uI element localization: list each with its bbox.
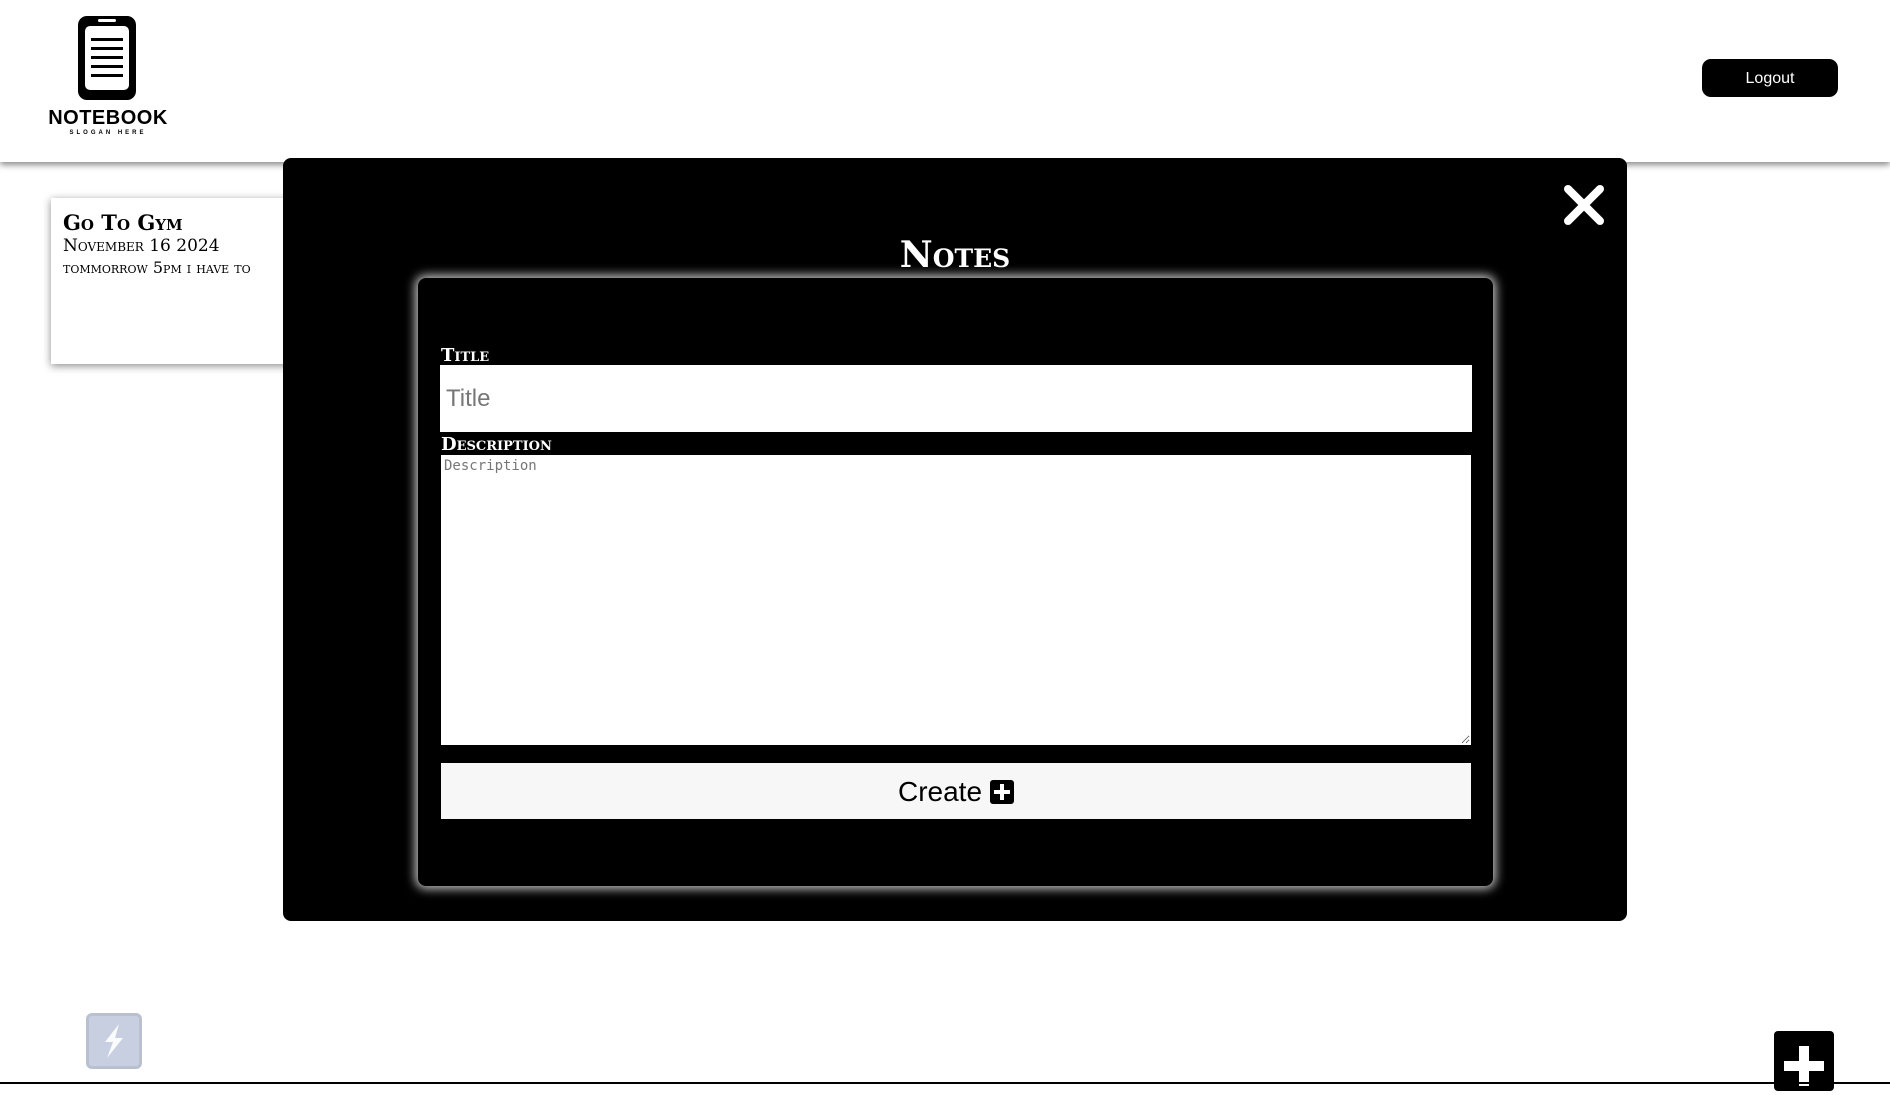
bolt-icon [105,1024,123,1058]
description-label: Description [441,434,552,455]
notebook-logo-icon [78,16,136,100]
logo[interactable]: NOTEBOOK SLOGAN HERE [48,12,168,142]
create-button-label: Create [897,776,983,807]
note-title: Go To Gym [63,210,183,235]
note-body: tommorrow 5pm i have to [63,258,251,277]
bolt-button[interactable] [86,1013,142,1069]
create-button[interactable]: Create [441,763,1471,819]
create-note-modal: Notes Title Description Create [283,158,1627,921]
title-input[interactable] [439,364,1473,433]
plus-square-icon [990,780,1015,804]
logout-button[interactable]: Logout [1702,59,1838,97]
logo-title: NOTEBOOK [48,107,168,129]
title-label: Title [441,345,490,366]
modal-title: Notes [899,234,1011,276]
note-date: November 16 2024 [63,236,220,256]
logo-slogan: SLOGAN HERE [69,130,147,136]
note-form: Title Description Create [418,278,1493,886]
app-header: NOTEBOOK SLOGAN HERE Logout [0,0,1890,162]
description-input[interactable] [441,455,1471,745]
close-icon[interactable] [1561,182,1607,228]
